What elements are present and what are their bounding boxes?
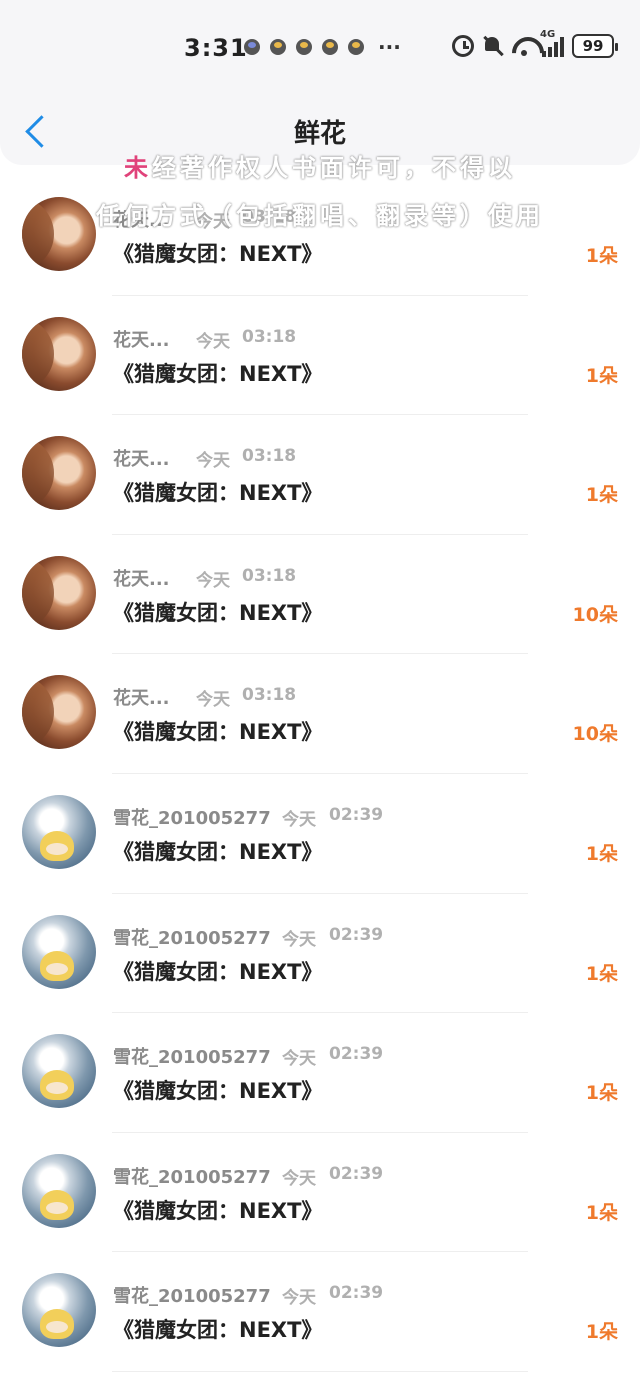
username[interactable]: 花天... bbox=[113, 565, 170, 591]
username[interactable]: 雪花_201005277 bbox=[113, 924, 271, 950]
more-notifications-icon: ··· bbox=[378, 35, 401, 59]
list-item[interactable]: 雪花_201005277 今天 02:39 《猎魔女团：NEXT》 1朵 bbox=[0, 1252, 640, 1372]
status-indicators: 4G 99 bbox=[452, 29, 618, 58]
timestamp-time: 03:18 bbox=[242, 565, 297, 586]
timestamp-time: 03:18 bbox=[242, 207, 297, 227]
timestamp-time: 02:39 bbox=[329, 1044, 384, 1065]
timestamp-time: 02:39 bbox=[329, 1283, 384, 1304]
timestamp-time: 03:18 bbox=[242, 326, 297, 347]
timestamp-date: 今天 bbox=[282, 1049, 316, 1070]
gift-work-title: 《猎魔女团：NEXT》 bbox=[113, 1318, 323, 1343]
list-item[interactable]: 雪花_201005277 今天 02:39 《猎魔女团：NEXT》 1朵 bbox=[0, 1133, 640, 1253]
status-bar: 3:31 ··· 4G 99 bbox=[0, 0, 640, 95]
flower-count: 1朵 bbox=[585, 842, 618, 865]
gift-work-title: 《猎魔女团：NEXT》 bbox=[113, 242, 323, 266]
avatar[interactable] bbox=[22, 794, 96, 869]
username[interactable]: 雪花_201005277 bbox=[113, 1043, 271, 1069]
username[interactable]: 花天... bbox=[113, 206, 170, 232]
list-item[interactable]: 花天... 今天 03:18 《猎魔女团：NEXT》 1朵 bbox=[0, 415, 640, 535]
gift-work-title: 《猎魔女团：NEXT》 bbox=[113, 1079, 323, 1104]
timestamp-date: 今天 bbox=[282, 809, 316, 830]
gift-work-title: 《猎魔女团：NEXT》 bbox=[113, 720, 323, 745]
flower-count: 10朵 bbox=[572, 603, 618, 626]
gift-work-title: 《猎魔女团：NEXT》 bbox=[113, 481, 323, 506]
status-time: 3:31 bbox=[184, 34, 248, 62]
avatar[interactable] bbox=[22, 436, 96, 511]
app-notification-icon bbox=[296, 39, 312, 55]
list-item[interactable]: 雪花_201005277 今天 02:39 《猎魔女团：NEXT》 1朵 bbox=[0, 894, 640, 1014]
timestamp-date: 今天 bbox=[196, 331, 230, 352]
timestamp-time: 02:39 bbox=[329, 1163, 384, 1184]
username[interactable]: 花天... bbox=[113, 326, 170, 352]
app-notification-icon bbox=[348, 39, 364, 55]
username[interactable]: 花天... bbox=[113, 445, 170, 471]
timestamp-date: 今天 bbox=[282, 929, 316, 950]
wifi-icon bbox=[512, 35, 534, 57]
timestamp-date: 今天 bbox=[282, 1288, 316, 1309]
username[interactable]: 雪花_201005277 bbox=[113, 1163, 271, 1189]
app-notification-icon bbox=[244, 39, 260, 55]
avatar[interactable] bbox=[22, 675, 96, 750]
timestamp-date: 今天 bbox=[196, 451, 230, 472]
avatar[interactable] bbox=[22, 1273, 96, 1348]
gift-work-title: 《猎魔女团：NEXT》 bbox=[113, 361, 323, 386]
gift-work-title: 《猎魔女团：NEXT》 bbox=[113, 1198, 323, 1223]
list-item[interactable]: 花天... 今天 03:18 《猎魔女团：NEXT》 10朵 bbox=[0, 654, 640, 774]
username[interactable]: 雪花_201005277 bbox=[113, 1282, 271, 1308]
gift-work-title: 《猎魔女团：NEXT》 bbox=[113, 959, 323, 984]
flower-count: 1朵 bbox=[585, 1082, 618, 1105]
flower-count: 1朵 bbox=[585, 484, 618, 507]
flower-count: 1朵 bbox=[585, 1321, 618, 1344]
gift-list: 花天... 今天 03:18 《猎魔女团：NEXT》 1朵 花天... 今天 03:18 《猎魔… bbox=[0, 176, 640, 1372]
timestamp-time: 02:39 bbox=[329, 804, 384, 825]
timestamp-time: 03:18 bbox=[242, 685, 297, 706]
flower-count: 1朵 bbox=[585, 364, 618, 387]
gift-work-title: 《猎魔女团：NEXT》 bbox=[113, 600, 323, 625]
avatar[interactable] bbox=[22, 1153, 96, 1228]
avatar[interactable] bbox=[22, 197, 96, 271]
notification-icons: ··· bbox=[244, 35, 401, 59]
cellular-signal-icon: 4G bbox=[540, 29, 564, 57]
gift-work-title: 《猎魔女团：NEXT》 bbox=[113, 839, 323, 864]
avatar[interactable] bbox=[22, 316, 96, 391]
timestamp-date: 今天 bbox=[196, 570, 230, 591]
flower-count: 10朵 bbox=[572, 723, 618, 746]
list-item[interactable]: 花天... 今天 03:18 《猎魔女团：NEXT》 1朵 bbox=[0, 176, 640, 296]
network-type: 4G bbox=[540, 29, 556, 40]
avatar[interactable] bbox=[22, 555, 96, 630]
timestamp-date: 今天 bbox=[196, 212, 230, 232]
list-item[interactable]: 雪花_201005277 今天 02:39 《猎魔女团：NEXT》 1朵 bbox=[0, 1013, 640, 1133]
list-item[interactable]: 花天... 今天 03:18 《猎魔女团：NEXT》 10朵 bbox=[0, 535, 640, 655]
avatar[interactable] bbox=[22, 1034, 96, 1109]
battery-level: 99 bbox=[582, 37, 604, 55]
alarm-icon bbox=[452, 35, 474, 57]
timestamp-date: 今天 bbox=[196, 690, 230, 711]
list-item[interactable]: 花天... 今天 03:18 《猎魔女团：NEXT》 1朵 bbox=[0, 296, 640, 416]
nav-header: 鲜花 bbox=[0, 95, 640, 165]
page-title: 鲜花 bbox=[293, 119, 346, 149]
list-item[interactable]: 雪花_201005277 今天 02:39 《猎魔女团：NEXT》 1朵 bbox=[0, 774, 640, 894]
app-notification-icon bbox=[270, 39, 286, 55]
app-notification-icon bbox=[322, 39, 338, 55]
flower-count: 1朵 bbox=[585, 962, 618, 985]
timestamp-time: 02:39 bbox=[329, 924, 384, 945]
mute-icon bbox=[482, 35, 504, 57]
battery-icon: 99 bbox=[572, 34, 618, 58]
username[interactable]: 雪花_201005277 bbox=[113, 804, 271, 830]
flower-count: 1朵 bbox=[585, 1201, 618, 1224]
username[interactable]: 花天... bbox=[113, 684, 170, 710]
timestamp-date: 今天 bbox=[282, 1168, 316, 1189]
avatar[interactable] bbox=[22, 914, 96, 989]
flower-count: 1朵 bbox=[585, 245, 618, 267]
timestamp-time: 03:18 bbox=[242, 446, 297, 467]
